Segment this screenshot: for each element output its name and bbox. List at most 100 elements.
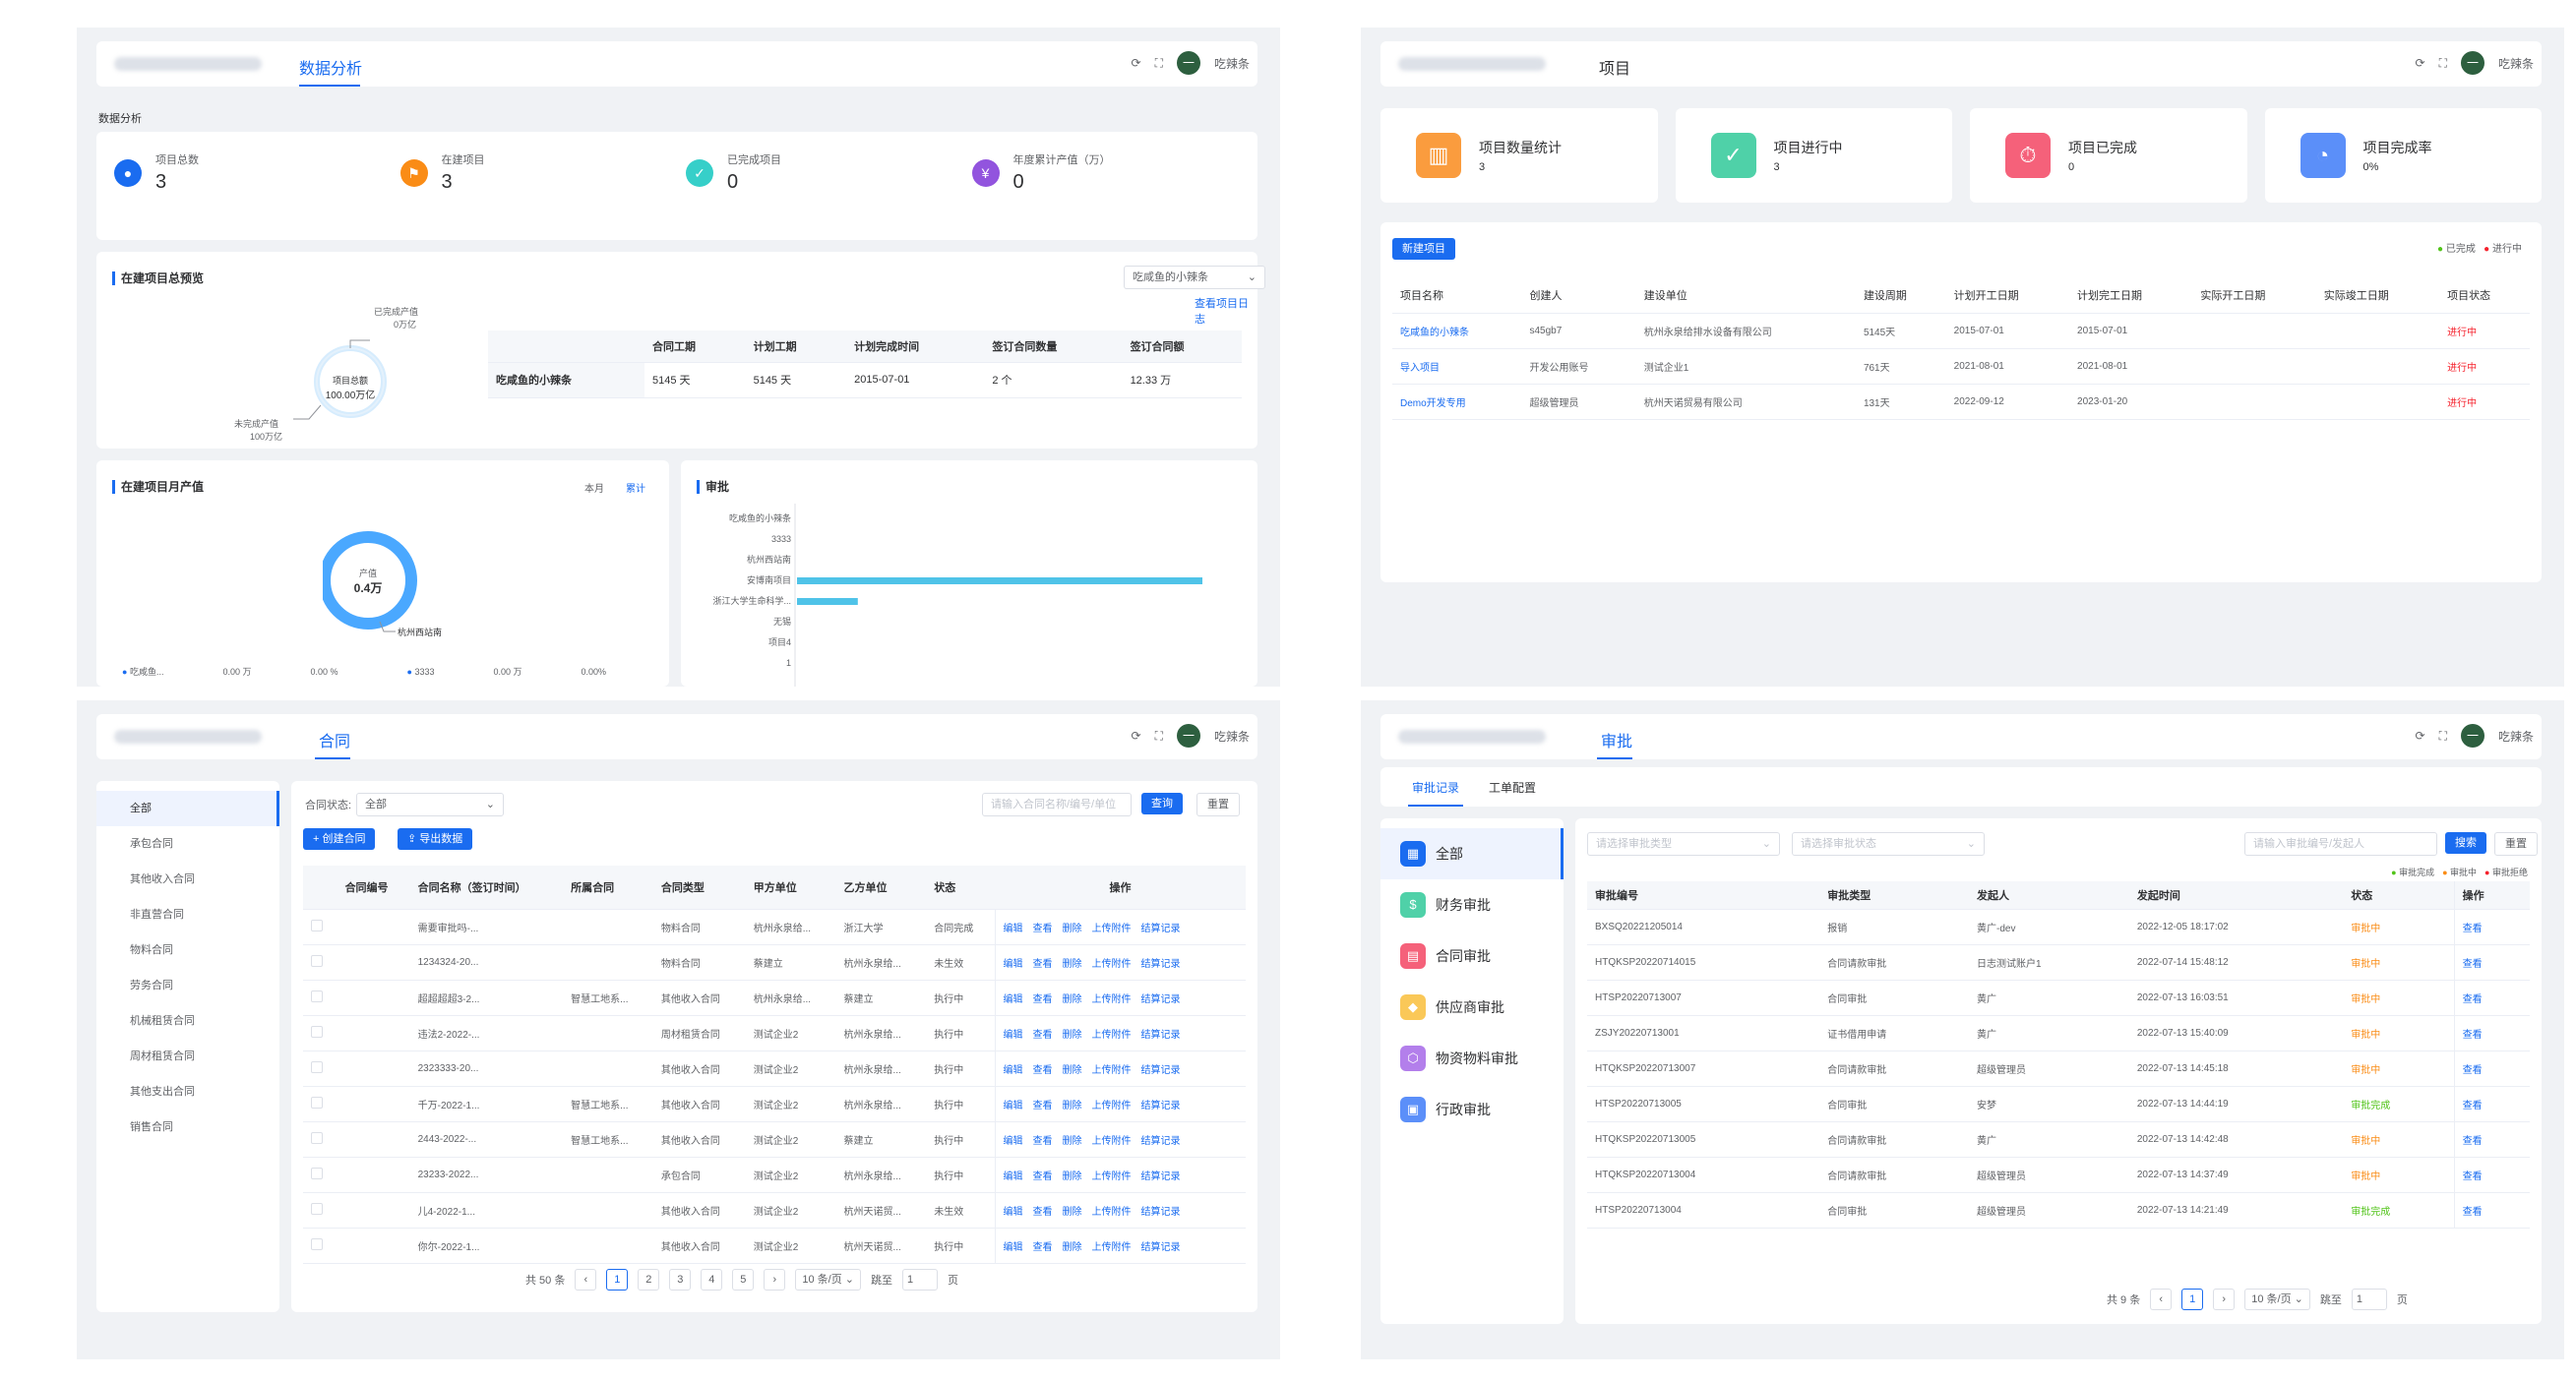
page-number[interactable]: 2	[638, 1269, 660, 1291]
row-action-link[interactable]: 查看	[1033, 959, 1053, 970]
row-action-link[interactable]: 上传附件	[1092, 924, 1132, 934]
page-size-select[interactable]: 10 条/页 ⌄	[795, 1269, 861, 1291]
view-link[interactable]: 查看	[2453, 1192, 2530, 1229]
row-checkbox[interactable]	[311, 1025, 323, 1038]
row-action-link[interactable]: 删除	[1063, 994, 1082, 1005]
export-data-button[interactable]: ⇪ 导出数据	[398, 828, 473, 850]
row-action-link[interactable]: 查看	[1033, 1030, 1053, 1041]
tab-approval-records[interactable]: 审批记录	[1412, 779, 1459, 796]
row-action-link[interactable]: 查看	[1033, 924, 1053, 934]
row-checkbox[interactable]	[311, 1202, 323, 1215]
query-button[interactable]: 查询	[1141, 793, 1183, 814]
refresh-icon[interactable]: ⟳	[2416, 729, 2425, 743]
page-number[interactable]: 5	[732, 1269, 755, 1291]
approval-category-item[interactable]: ▦ 全部	[1380, 828, 1564, 879]
page-number[interactable]: 3	[669, 1269, 692, 1291]
page-number[interactable]: 4	[701, 1269, 723, 1291]
view-link[interactable]: 查看	[2453, 944, 2530, 981]
row-action-link[interactable]: 上传附件	[1092, 1136, 1132, 1147]
approval-type-select[interactable]: 请选择审批类型 ⌄	[1587, 832, 1780, 856]
page-title[interactable]: 合同	[319, 728, 350, 751]
avatar[interactable]: 一	[1176, 724, 1200, 748]
reset-button[interactable]: 重置	[1196, 793, 1240, 816]
contract-type-item[interactable]: 非直营合同	[96, 897, 279, 932]
jump-page-input[interactable]: 1	[901, 1269, 938, 1291]
row-action-link[interactable]: 结算记录	[1141, 924, 1181, 934]
refresh-icon[interactable]: ⟳	[2416, 56, 2425, 70]
row-action-link[interactable]: 结算记录	[1141, 1030, 1181, 1041]
row-action-link[interactable]: 删除	[1063, 1065, 1082, 1076]
contract-type-item[interactable]: 承包合同	[96, 826, 279, 862]
row-action-link[interactable]: 删除	[1063, 924, 1082, 934]
view-link[interactable]: 查看	[2453, 1015, 2530, 1051]
project-name-link[interactable]: 导入项目	[1392, 348, 1522, 385]
avatar[interactable]: 一	[2460, 724, 2484, 748]
row-action-link[interactable]: 编辑	[1004, 1101, 1023, 1111]
contract-type-item[interactable]: 其他收入合同	[96, 862, 279, 897]
row-action-link[interactable]: 上传附件	[1092, 1207, 1132, 1218]
approval-category-item[interactable]: ⬡ 物资物料审批	[1380, 1033, 1564, 1084]
user-name[interactable]: 吃辣条	[1214, 55, 1250, 72]
fullscreen-icon[interactable]: ⛶	[2439, 56, 2447, 71]
row-action-link[interactable]: 查看	[1033, 1207, 1053, 1218]
row-action-link[interactable]: 上传附件	[1092, 994, 1132, 1005]
user-name[interactable]: 吃辣条	[2498, 728, 2534, 745]
reset-button[interactable]: 重置	[2494, 832, 2538, 856]
contract-type-item[interactable]: 全部	[96, 791, 279, 826]
row-action-link[interactable]: 结算记录	[1141, 1065, 1181, 1076]
row-action-link[interactable]: 结算记录	[1141, 1207, 1181, 1218]
jump-page-input[interactable]: 1	[2351, 1289, 2387, 1310]
row-checkbox[interactable]	[311, 1237, 323, 1250]
approval-search-input[interactable]: 请输入审批编号/发起人	[2244, 832, 2437, 856]
row-checkbox[interactable]	[311, 1096, 323, 1109]
next-page-button[interactable]: ›	[2213, 1289, 2236, 1310]
view-link[interactable]: 查看	[2453, 1157, 2530, 1193]
row-action-link[interactable]: 结算记录	[1141, 994, 1181, 1005]
row-action-link[interactable]: 编辑	[1004, 1065, 1023, 1076]
approval-category-item[interactable]: ▤ 合同审批	[1380, 931, 1564, 982]
refresh-icon[interactable]: ⟳	[1132, 729, 1141, 743]
row-action-link[interactable]: 查看	[1033, 1065, 1053, 1076]
create-contract-button[interactable]: + 创建合同	[303, 828, 376, 850]
search-button[interactable]: 搜索	[2445, 832, 2486, 854]
fullscreen-icon[interactable]: ⛶	[2439, 729, 2447, 744]
row-action-link[interactable]: 删除	[1063, 1030, 1082, 1041]
row-action-link[interactable]: 结算记录	[1141, 1171, 1181, 1182]
row-action-link[interactable]: 编辑	[1004, 1030, 1023, 1041]
row-action-link[interactable]: 上传附件	[1092, 1242, 1132, 1253]
fullscreen-icon[interactable]: ⛶	[1155, 729, 1163, 744]
refresh-icon[interactable]: ⟳	[1132, 56, 1141, 70]
row-action-link[interactable]: 上传附件	[1092, 1030, 1132, 1041]
new-project-button[interactable]: 新建项目	[1392, 238, 1455, 260]
row-action-link[interactable]: 上传附件	[1092, 959, 1132, 970]
view-link[interactable]: 查看	[2453, 980, 2530, 1016]
row-action-link[interactable]: 查看	[1033, 1171, 1053, 1182]
contract-type-item[interactable]: 销售合同	[96, 1110, 279, 1145]
project-select[interactable]: 吃咸鱼的小辣条 ⌄	[1124, 266, 1265, 289]
row-action-link[interactable]: 删除	[1063, 959, 1082, 970]
view-link[interactable]: 查看	[2453, 1051, 2530, 1087]
tab-month[interactable]: 本月	[584, 480, 604, 495]
prev-page-button[interactable]: ‹	[575, 1269, 597, 1291]
view-link[interactable]: 查看	[2453, 1121, 2530, 1158]
row-checkbox[interactable]	[311, 990, 323, 1002]
approval-category-item[interactable]: ▣ 行政审批	[1380, 1084, 1564, 1135]
row-checkbox[interactable]	[311, 1167, 323, 1179]
row-action-link[interactable]: 结算记录	[1141, 1101, 1181, 1111]
approval-category-item[interactable]: ◆ 供应商审批	[1380, 982, 1564, 1033]
row-action-link[interactable]: 上传附件	[1092, 1101, 1132, 1111]
row-action-link[interactable]: 编辑	[1004, 1136, 1023, 1147]
page-title[interactable]: 项目	[1599, 55, 1630, 79]
view-link[interactable]: 查看	[2453, 909, 2530, 945]
next-page-button[interactable]: ›	[764, 1269, 786, 1291]
row-action-link[interactable]: 结算记录	[1141, 1136, 1181, 1147]
row-checkbox[interactable]	[311, 954, 323, 967]
contract-type-item[interactable]: 机械租赁合同	[96, 1003, 279, 1039]
row-action-link[interactable]: 结算记录	[1141, 1242, 1181, 1253]
row-action-link[interactable]: 编辑	[1004, 924, 1023, 934]
row-action-link[interactable]: 查看	[1033, 1101, 1053, 1111]
row-action-link[interactable]: 结算记录	[1141, 959, 1181, 970]
view-log-link[interactable]: 查看项目日志	[1195, 295, 1257, 327]
contract-search-input[interactable]: 请输入合同名称/编号/单位	[982, 793, 1132, 816]
row-action-link[interactable]: 查看	[1033, 1242, 1053, 1253]
